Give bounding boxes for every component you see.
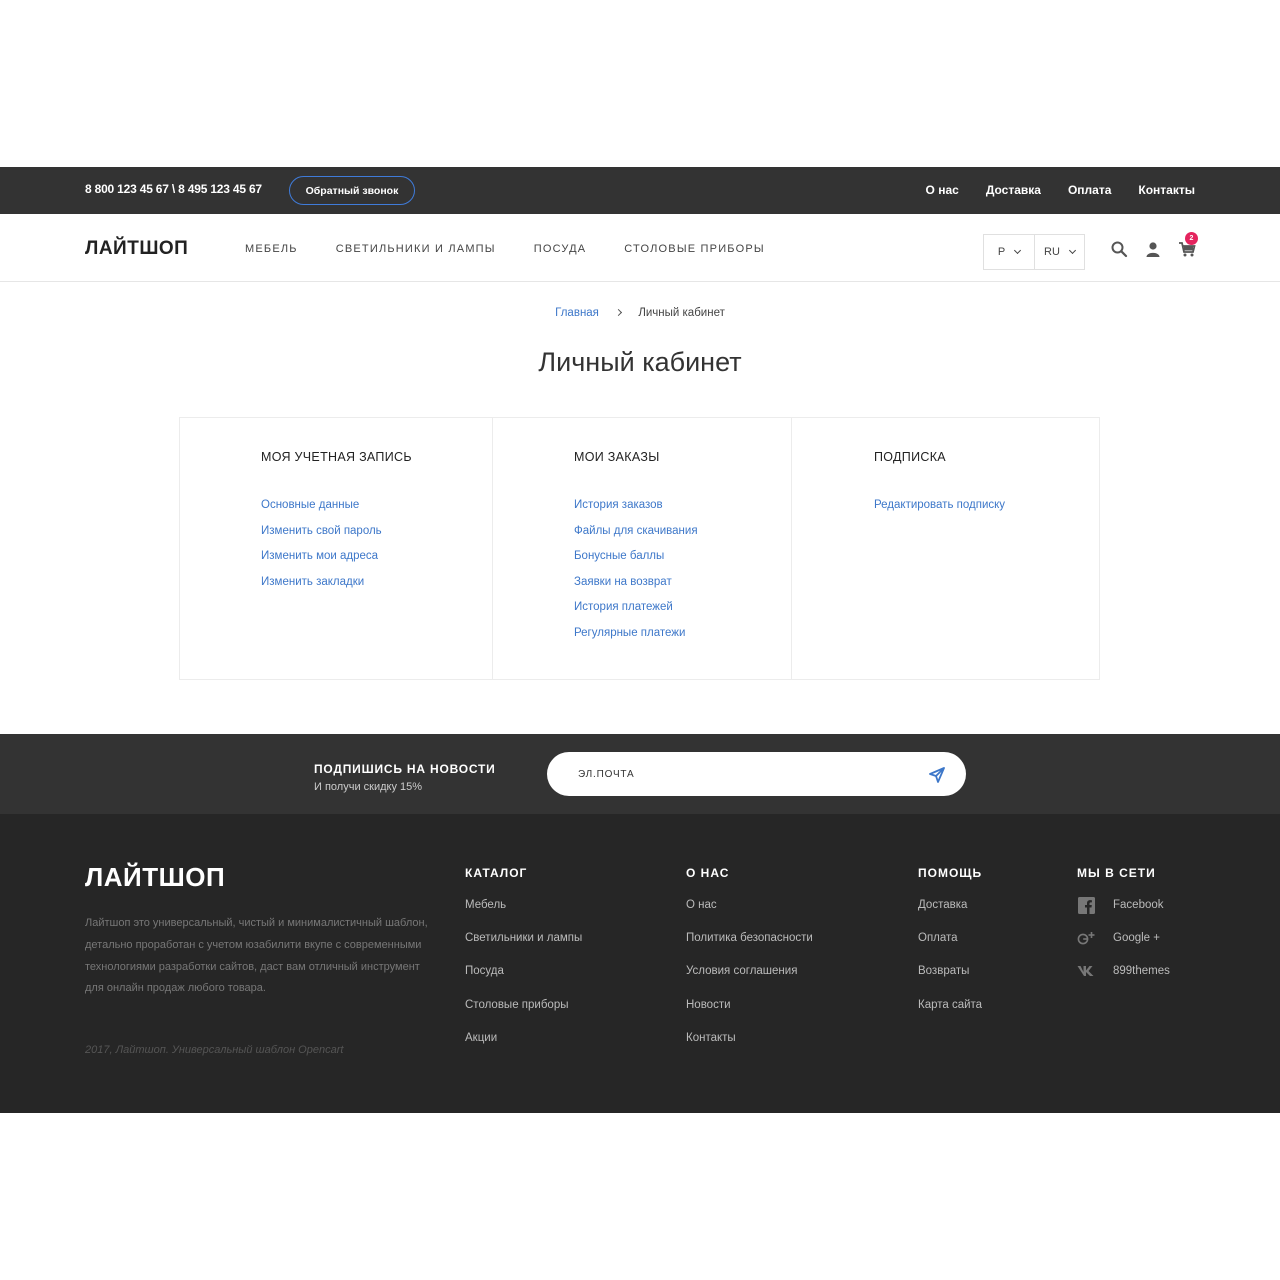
footer-link[interactable]: Акции (465, 1032, 582, 1065)
cart-count-badge: 2 (1185, 232, 1198, 245)
cart-icon[interactable]: 2 (1178, 232, 1198, 258)
footer-link[interactable]: Карта сайта (918, 999, 982, 1032)
top-bar: 8 800 123 45 67 \ 8 495 123 45 67 Обратн… (0, 167, 1280, 214)
footer-about: О НАС О нас Политика безопасности Услови… (686, 866, 813, 1065)
account-panel: МОЯ УЧЕТНАЯ ЗАПИСЬ Основные данные Измен… (179, 417, 1100, 680)
footer-copyright: 2017, Лайтшоп. Универсальный шаблон Open… (85, 1044, 344, 1056)
social-facebook-label: Facebook (1113, 899, 1164, 911)
search-icon[interactable] (1110, 240, 1128, 258)
newsletter-email-input[interactable] (547, 752, 966, 796)
footer-link[interactable]: Мебель (465, 899, 582, 932)
link-returns[interactable]: Заявки на возврат (574, 576, 698, 602)
account-links: Основные данные Изменить свой пароль Изм… (261, 499, 382, 601)
footer-link[interactable]: О нас (686, 899, 813, 932)
page-title: Личный кабинет (538, 347, 742, 377)
chevron-down-icon (1068, 246, 1076, 255)
footer-help-title: ПОМОЩЬ (918, 866, 983, 880)
facebook-icon (1077, 896, 1095, 914)
breadcrumb: Главная Личный кабинет (0, 307, 1280, 319)
site-footer: ЛАЙТШОП Лайтшоп это универсальный, чисты… (0, 814, 1280, 1113)
footer-link[interactable]: Контакты (686, 1032, 813, 1065)
link-change-password[interactable]: Изменить свой пароль (261, 525, 382, 551)
newsletter-subtitle: И получи скидку 15% (314, 781, 423, 793)
social-vk-label: 899themes (1113, 965, 1170, 978)
top-nav-contacts[interactable]: Контакты (1138, 183, 1195, 197)
footer-link[interactable]: Условия соглашения (686, 965, 813, 998)
google-plus-icon (1077, 929, 1095, 947)
subscription-column-title: ПОДПИСКА (874, 450, 946, 464)
link-bonus-points[interactable]: Бонусные баллы (574, 550, 698, 576)
newsletter-title: ПОДПИШИСЬ НА НОВОСТИ (314, 762, 496, 776)
main-nav-lamps[interactable]: СВЕТИЛЬНИКИ И ЛАМПЫ (336, 243, 496, 255)
header-icons: 2 (1110, 232, 1198, 258)
social-google-plus[interactable]: Google + (1077, 929, 1170, 965)
currency-language-selects: Р RU (983, 234, 1085, 270)
footer-about-title: О НАС (686, 866, 730, 880)
chevron-right-icon (615, 308, 623, 317)
link-change-addresses[interactable]: Изменить мои адреса (261, 550, 382, 576)
link-downloads[interactable]: Файлы для скачивания (574, 525, 698, 551)
account-column: МОЯ УЧЕТНАЯ ЗАПИСЬ Основные данные Измен… (180, 418, 493, 679)
footer-link[interactable]: Доставка (918, 899, 982, 932)
footer-link[interactable]: Столовые приборы (465, 999, 582, 1032)
subscription-column: ПОДПИСКА Редактировать подписку (792, 418, 1099, 679)
link-order-history[interactable]: История заказов (574, 499, 698, 525)
top-nav-payment[interactable]: Оплата (1068, 183, 1111, 197)
footer-link[interactable]: Светильники и лампы (465, 932, 582, 965)
link-payment-history[interactable]: История платежей (574, 601, 698, 627)
main-nav-tableware[interactable]: ПОСУДА (534, 243, 587, 255)
orders-column: МОИ ЗАКАЗЫ История заказов Файлы для ска… (493, 418, 792, 679)
footer-link[interactable]: Новости (686, 999, 813, 1032)
site-logo[interactable]: ЛАЙТШОП (85, 238, 188, 260)
main-nav-furniture[interactable]: МЕБЕЛЬ (245, 243, 298, 255)
site-header: ЛАЙТШОП МЕБЕЛЬ СВЕТИЛЬНИКИ И ЛАМПЫ ПОСУД… (0, 214, 1280, 282)
main-nav: МЕБЕЛЬ СВЕТИЛЬНИКИ И ЛАМПЫ ПОСУДА СТОЛОВ… (245, 243, 803, 255)
vk-icon (1077, 962, 1095, 980)
social-google-plus-label: Google + (1113, 932, 1160, 945)
newsletter-bar: ПОДПИШИСЬ НА НОВОСТИ И получи скидку 15% (0, 734, 1280, 814)
top-nav-about[interactable]: О нас (926, 183, 959, 197)
currency-value: Р (997, 246, 1006, 258)
footer-link[interactable]: Посуда (465, 965, 582, 998)
user-icon[interactable] (1144, 240, 1162, 258)
link-edit-subscription[interactable]: Редактировать подписку (874, 499, 1005, 525)
social-facebook[interactable]: Facebook (1077, 896, 1170, 932)
top-nav: О нас Доставка Оплата Контакты (899, 183, 1195, 197)
orders-column-title: МОИ ЗАКАЗЫ (574, 450, 660, 464)
link-basic-data[interactable]: Основные данные (261, 499, 382, 525)
orders-links: История заказов Файлы для скачивания Бон… (574, 499, 698, 653)
callback-button[interactable]: Обратный звонок (289, 176, 415, 205)
footer-link[interactable]: Оплата (918, 932, 982, 965)
phone-numbers: 8 800 123 45 67 \ 8 495 123 45 67 (85, 182, 262, 196)
language-value: RU (1044, 246, 1060, 258)
send-icon[interactable] (929, 767, 945, 783)
footer-catalog-title: КАТАЛОГ (465, 866, 528, 880)
footer-link[interactable]: Возвраты (918, 965, 982, 998)
footer-logo[interactable]: ЛАЙТШОП (85, 862, 225, 893)
language-select[interactable]: RU (1034, 235, 1084, 269)
breadcrumb-home[interactable]: Главная (555, 307, 599, 319)
top-nav-delivery[interactable]: Доставка (986, 183, 1041, 197)
currency-select[interactable]: Р (984, 235, 1034, 269)
link-change-bookmarks[interactable]: Изменить закладки (261, 576, 382, 602)
link-recurring-payments[interactable]: Регулярные платежи (574, 627, 698, 653)
main-nav-cutlery[interactable]: СТОЛОВЫЕ ПРИБОРЫ (624, 243, 765, 255)
account-column-title: МОЯ УЧЕТНАЯ ЗАПИСЬ (261, 450, 412, 464)
chevron-down-icon (1014, 246, 1022, 255)
footer-description: Лайтшоп это универсальный, чистый и мини… (85, 917, 428, 995)
breadcrumb-current: Личный кабинет (638, 307, 725, 319)
footer-link[interactable]: Политика безопасности (686, 932, 813, 965)
subscription-links: Редактировать подписку (874, 499, 1005, 525)
footer-social-title: МЫ В СЕТИ (1077, 866, 1156, 880)
footer-social: МЫ В СЕТИ Facebook Google + 899themes (1077, 866, 1170, 999)
footer-help: ПОМОЩЬ Доставка Оплата Возвраты Карта са… (918, 866, 982, 1032)
footer-catalog: КАТАЛОГ Мебель Светильники и лампы Посуд… (465, 866, 582, 1065)
social-vk[interactable]: 899themes (1077, 965, 1170, 998)
